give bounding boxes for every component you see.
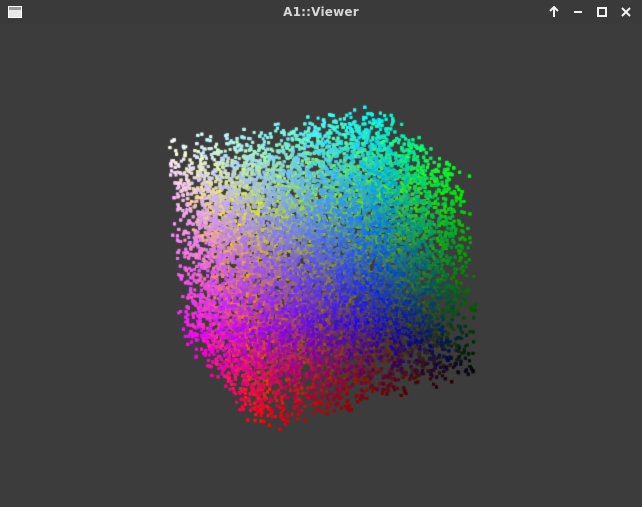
close-icon[interactable] <box>618 4 634 20</box>
title-bar[interactable]: A1::Viewer <box>0 0 642 24</box>
arrow-up-icon[interactable] <box>546 4 562 20</box>
rgb-cube-point-cloud[interactable] <box>0 24 642 507</box>
minimize-icon[interactable] <box>570 4 586 20</box>
viewer-window: A1::Viewer <box>0 0 642 507</box>
window-controls <box>546 0 634 24</box>
maximize-icon[interactable] <box>594 4 610 20</box>
render-viewport[interactable] <box>0 24 642 507</box>
window-title: A1::Viewer <box>283 5 359 19</box>
window-app-icon[interactable] <box>8 6 22 18</box>
